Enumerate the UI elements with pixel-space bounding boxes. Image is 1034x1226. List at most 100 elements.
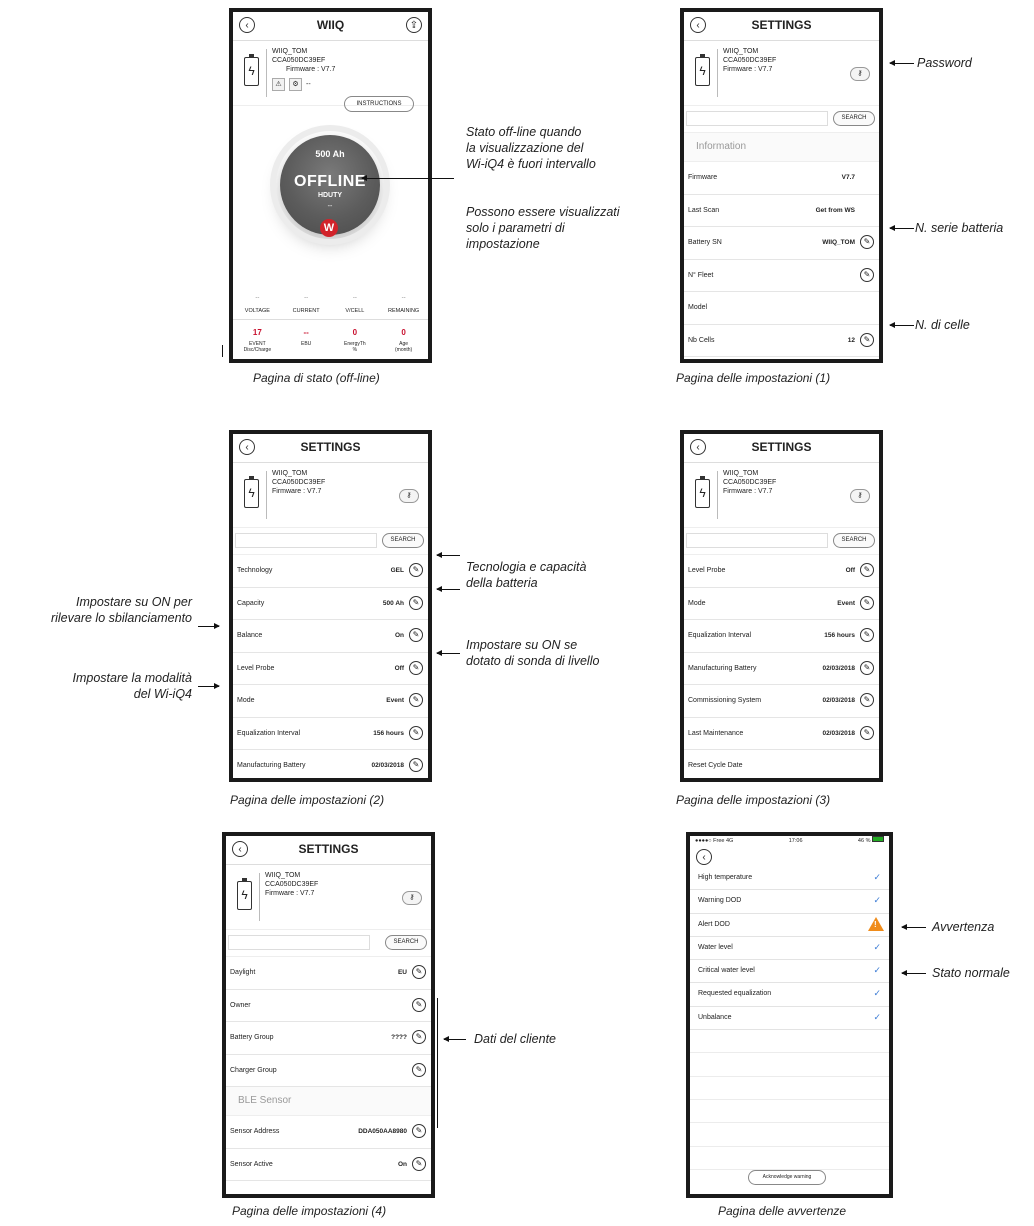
edit-pencil-icon[interactable]: ✎ xyxy=(412,965,426,979)
warning-row[interactable]: Water level ✓ xyxy=(690,937,889,961)
edit-pencil-icon[interactable]: ✎ xyxy=(412,1124,426,1138)
password-key-icon[interactable]: ⚷ xyxy=(399,489,419,503)
search-input[interactable] xyxy=(228,935,370,950)
setting-row[interactable]: Equalization Interval 156 hours ✎ xyxy=(684,620,879,653)
edit-pencil-icon[interactable]: ✎ xyxy=(860,725,874,740)
check-icon: ✓ xyxy=(873,988,881,999)
edit-pencil-icon[interactable]: ✎ xyxy=(860,660,874,675)
caption-settings2: Pagina delle impostazioni (2) xyxy=(230,793,385,807)
setting-row[interactable]: Equalization Interval 156 hours ✎ xyxy=(233,718,428,750)
setting-row[interactable]: Mode Event ✎ xyxy=(233,685,428,718)
setting-row[interactable]: Model xyxy=(684,292,879,325)
edit-pencil-icon[interactable]: ✎ xyxy=(409,628,423,642)
warning-icon[interactable]: ⚠ xyxy=(272,78,285,91)
warning-row[interactable]: Alert DOD! xyxy=(690,914,889,937)
edit-pencil-icon[interactable]: ✎ xyxy=(860,693,874,707)
settings-header: ‹ SETTINGS xyxy=(684,434,879,463)
note-tech: Tecnologia e capacità della batteria xyxy=(466,560,587,590)
warning-row[interactable]: Critical water level ✓ xyxy=(690,960,889,984)
search-button[interactable]: SEARCH xyxy=(382,533,424,548)
settings3-rows: Level Probe Off ✎ Mode Event ✎ Equalization In… xyxy=(684,555,879,778)
setting-label: Model xyxy=(688,304,708,311)
setting-label: Equalization Interval xyxy=(688,632,752,639)
setting-row[interactable]: N° Fleet ✎ xyxy=(684,260,879,292)
empty-row xyxy=(690,1053,889,1077)
edit-pencil-icon[interactable]: ✎ xyxy=(860,267,874,282)
settings-header: ‹ SETTINGS xyxy=(684,12,879,41)
setting-row[interactable]: Manufacturing Battery 02/03/2018 ✎ xyxy=(684,653,879,685)
setting-row[interactable]: Nb Cells 12 ✎ xyxy=(684,325,879,357)
acknowledge-warning-button[interactable]: Acknowledge warning xyxy=(748,1170,826,1185)
setting-row[interactable]: Charger Group ✎ xyxy=(226,1055,431,1087)
setting-row[interactable]: Balance On ✎ xyxy=(233,620,428,653)
search-button[interactable]: SEARCH xyxy=(833,533,875,548)
edit-pencil-icon[interactable]: ✎ xyxy=(860,235,874,249)
setting-row[interactable]: Level Probe Off ✎ xyxy=(233,653,428,685)
gear-icon[interactable]: ⚙ xyxy=(289,78,302,91)
edit-pencil-icon[interactable]: ✎ xyxy=(860,563,874,577)
page-title: SETTINGS xyxy=(751,440,812,454)
setting-row[interactable]: Commissioning System 02/03/2018 ✎ xyxy=(684,685,879,718)
settings1-phone: ‹ SETTINGS ϟ WIIQ_TOM CCA050DC39EF Firmw… xyxy=(680,8,883,363)
search-input[interactable] xyxy=(235,533,377,548)
warning-row[interactable]: High temperature ✓ xyxy=(690,867,889,891)
edit-pencil-icon[interactable]: ✎ xyxy=(412,1062,426,1077)
setting-row[interactable]: Sensor Address DDA050AA8980 ✎ xyxy=(226,1116,431,1149)
setting-row[interactable]: Reset Cycle Date xyxy=(684,750,879,778)
edit-pencil-icon[interactable]: ✎ xyxy=(860,332,874,347)
check-icon: ✓ xyxy=(873,941,881,952)
edit-pencil-icon[interactable]: ✎ xyxy=(412,997,426,1012)
edit-pencil-icon[interactable]: ✎ xyxy=(409,595,423,610)
setting-row[interactable]: Owner ✎ xyxy=(226,990,431,1022)
setting-row[interactable]: Last Scan Get from WS xyxy=(684,195,879,227)
device-serial: CCA050DC39EF xyxy=(272,479,326,486)
settings1-rows: Firmware V7.7 Last Scan Get from WS Battery … xyxy=(684,162,879,357)
search-input[interactable] xyxy=(686,533,828,548)
setting-row[interactable]: Level Probe Off ✎ xyxy=(684,555,879,588)
back-button[interactable]: ‹ xyxy=(696,849,712,865)
password-key-icon[interactable]: ⚷ xyxy=(850,67,870,81)
empty-row xyxy=(690,1077,889,1100)
divider xyxy=(717,49,718,97)
setting-row[interactable]: Capacity 500 Ah ✎ xyxy=(233,588,428,620)
edit-pencil-icon[interactable]: ✎ xyxy=(412,1030,426,1044)
warning-list: High temperature ✓ Warning DOD ✓ Alert DOD! W… xyxy=(690,867,889,1031)
edit-pencil-icon[interactable]: ✎ xyxy=(409,563,423,577)
setting-row[interactable]: Daylight EU ✎ xyxy=(226,957,431,990)
edit-pencil-icon[interactable]: ✎ xyxy=(860,628,874,642)
battery-icon: ϟ xyxy=(695,54,710,86)
setting-row[interactable]: Battery SN WIIQ_TOM ✎ xyxy=(684,227,879,260)
edit-pencil-icon[interactable]: ✎ xyxy=(860,595,874,610)
edit-pencil-icon[interactable]: ✎ xyxy=(409,693,423,707)
warning-row[interactable]: Requested equalization ✓ xyxy=(690,983,889,1007)
instructions-button[interactable]: INSTRUCTIONS xyxy=(344,96,414,112)
device-firmware: Firmware : V7.7 xyxy=(265,890,315,897)
ios-status-bar: ●●●●○ Free 4G 17:06 46 % xyxy=(690,836,889,847)
setting-label: Firmware xyxy=(688,174,718,181)
edit-pencil-icon[interactable]: ✎ xyxy=(412,1156,426,1171)
share-icon[interactable]: ⇪ xyxy=(406,17,422,33)
search-button[interactable]: SEARCH xyxy=(385,935,427,950)
password-key-icon[interactable]: ⚷ xyxy=(850,489,870,503)
setting-row[interactable]: Technology GEL ✎ xyxy=(233,555,428,588)
setting-row[interactable]: Last Maintenance 02/03/2018 ✎ xyxy=(684,718,879,750)
edit-pencil-icon[interactable]: ✎ xyxy=(409,758,423,772)
setting-row[interactable]: Manufacturing Battery 02/03/2018 ✎ xyxy=(233,750,428,778)
warning-row[interactable]: Warning DOD ✓ xyxy=(690,890,889,914)
edit-pencil-icon[interactable]: ✎ xyxy=(409,725,423,740)
setting-row[interactable]: Battery Group???? ✎ xyxy=(226,1022,431,1055)
setting-value: V7.7 xyxy=(841,174,855,181)
gauge-capacity: 500 Ah xyxy=(315,149,345,159)
warning-row[interactable]: Unbalance ✓ xyxy=(690,1007,889,1031)
warning-label: Warning DOD xyxy=(698,897,742,905)
setting-row[interactable]: Mode Event ✎ xyxy=(684,588,879,620)
search-input[interactable] xyxy=(686,111,828,126)
edit-pencil-icon[interactable]: ✎ xyxy=(409,660,423,675)
metric-current: -- CURRENT xyxy=(292,295,320,314)
page-title: WIIQ xyxy=(316,18,345,32)
setting-row[interactable]: Firmware V7.7 xyxy=(684,162,879,195)
search-button[interactable]: SEARCH xyxy=(833,111,875,126)
setting-row[interactable]: Sensor Active On ✎ xyxy=(226,1149,431,1181)
password-key-icon[interactable]: ⚷ xyxy=(402,891,422,905)
note-customer: Dati del cliente xyxy=(474,1032,556,1046)
